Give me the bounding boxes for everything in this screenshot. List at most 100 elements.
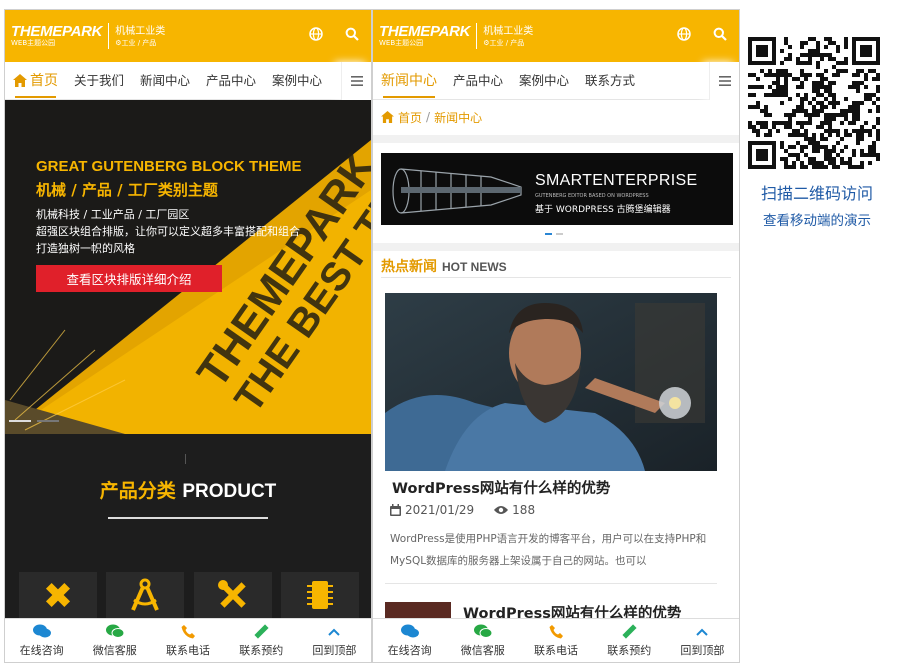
slider-dot[interactable] [545, 233, 552, 235]
tagline-text: 机械工业类 [115, 25, 166, 37]
nav-item-home[interactable]: 首页 [5, 62, 66, 100]
appointment-button[interactable]: 联系预约 [593, 619, 666, 662]
section-title: 产品分类 PRODUCT [5, 476, 371, 503]
logo-subtext: WEB主题公园 [11, 39, 56, 47]
news-date: 2021/01/29 [405, 503, 475, 517]
logo-divider [108, 23, 110, 49]
news-meta: 2021/01/29 188 [390, 503, 535, 517]
breadcrumb-separator: / [426, 110, 431, 124]
engine-illustration [381, 153, 531, 225]
qr-code [748, 37, 880, 169]
banner-subtitle-en: GUTENBERG EDITOR BASED ON WORDPRESS [535, 193, 649, 199]
breadcrumb-home[interactable]: 首页 [398, 109, 422, 126]
nav-item-news[interactable]: 新闻中心 [132, 62, 198, 100]
bottom-action-bar: 在线咨询 微信客服 联系电话 联系预约 回到顶部 [373, 618, 739, 662]
news-title[interactable]: WordPress网站有什么样的优势 [392, 477, 610, 498]
phone-call-button[interactable]: 联系电话 [151, 619, 224, 662]
slider-dot[interactable] [9, 420, 31, 422]
pencil-ruler-icon [45, 582, 71, 608]
bottom-bar-label: 联系预约 [239, 643, 284, 657]
section-title-en: PRODUCT [182, 481, 277, 502]
tools-icon [217, 580, 246, 608]
hero-line: 打造独树一帜的风格 [36, 242, 135, 255]
divider [385, 583, 717, 584]
menu-icon[interactable] [709, 62, 739, 100]
back-to-top-button[interactable]: 回到顶部 [666, 619, 739, 662]
wechat-service-button[interactable]: 微信客服 [446, 619, 519, 662]
tagline-subtext: ⚙工业 / 产品 [115, 38, 157, 47]
hot-news-title-en: HOT NEWS [442, 260, 507, 274]
phone-icon [547, 624, 565, 640]
site-logo[interactable]: THEMEPARK WEB主题公园 [11, 23, 103, 48]
bottom-bar-label: 回到顶部 [680, 643, 725, 657]
nav-label: 首页 [30, 72, 58, 89]
block-layout-details-button[interactable]: 查看区块排版详细介绍 [36, 265, 222, 292]
product-category-section: 产品分类 PRODUCT [5, 434, 371, 620]
category-tile[interactable] [193, 572, 272, 620]
menu-icon[interactable] [341, 62, 371, 100]
chevron-up-icon [693, 624, 711, 640]
online-consult-button[interactable]: 在线咨询 [373, 619, 446, 662]
left-phone-preview: THEMEPARK WEB主题公园 机械工业类 ⚙工业 / 产品 首页 关于我们… [4, 9, 372, 663]
globe-icon[interactable] [677, 27, 691, 41]
slider-dot[interactable] [37, 420, 59, 422]
nav-item-products[interactable]: 产品中心 [445, 62, 511, 100]
logo-text: THEMEPARK [11, 23, 103, 40]
nav-item-cases[interactable]: 案例中心 [511, 62, 577, 100]
chip-icon [306, 581, 333, 609]
section-underline [108, 517, 268, 519]
logo-subtext: WEB主题公园 [379, 39, 424, 47]
section-divider [185, 454, 191, 464]
bottom-bar-label: 在线咨询 [387, 643, 432, 657]
logo-divider [476, 23, 478, 49]
globe-icon[interactable] [309, 27, 323, 41]
nav-item-products[interactable]: 产品中心 [198, 62, 264, 100]
phone-icon [179, 624, 197, 640]
news-banner[interactable]: SMARTENTERPRISE GUTENBERG EDITOR BASED O… [381, 153, 733, 225]
bottom-bar-label: 在线咨询 [19, 643, 64, 657]
hero-slider: THEMEPARK THE BEST TH GREAT GUTENBERG BL… [5, 100, 371, 434]
chat-bubble-icon [32, 624, 51, 640]
hero-line: 超强区块组合排版，让你可以定义超多丰富搭配和组合 [36, 225, 300, 238]
qr-caption: 扫描二维码访问 [760, 184, 873, 203]
section-spacer [373, 243, 739, 251]
calendar-icon [390, 504, 401, 516]
hero-description: 机械科技 / 工业产品 / 工厂园区 超强区块组合排版，让你可以定义超多丰富搭配… [36, 206, 302, 257]
home-icon [381, 111, 394, 123]
site-tagline: 机械工业类 ⚙工业 / 产品 [483, 25, 533, 48]
site-logo[interactable]: THEMEPARK WEB主题公园 [379, 23, 471, 48]
phone-call-button[interactable]: 联系电话 [519, 619, 592, 662]
category-tile[interactable] [106, 572, 185, 620]
nav-item-news[interactable]: 新闻中心 [373, 62, 445, 100]
chevron-up-icon [325, 624, 343, 640]
craftsman-photo [385, 293, 717, 471]
appointment-button[interactable]: 联系预约 [225, 619, 298, 662]
nav-item-about[interactable]: 关于我们 [66, 62, 132, 100]
back-to-top-button[interactable]: 回到顶部 [298, 619, 371, 662]
slider-dot[interactable] [556, 233, 563, 235]
eye-icon [494, 506, 509, 514]
banner-dots [545, 233, 563, 235]
section-title-cn: 产品分类 [99, 480, 176, 502]
nav-item-cases[interactable]: 案例中心 [264, 62, 330, 100]
wechat-icon [105, 624, 124, 640]
banner-subtitle-cn: 基于 WORDPRESS 古腾堡编辑器 [535, 205, 671, 215]
nav-item-contact[interactable]: 联系方式 [577, 62, 643, 100]
hero-title-en: GREAT GUTENBERG BLOCK THEME [36, 158, 302, 175]
edit-pencil-icon [620, 624, 638, 640]
search-icon[interactable] [345, 27, 359, 41]
hot-news-title-cn: 热点新闻 [381, 259, 437, 275]
logo-text: THEMEPARK [379, 23, 471, 40]
hot-news-header: 热点新闻 HOT NEWS [381, 256, 731, 278]
section-spacer [373, 135, 739, 143]
search-icon[interactable] [713, 27, 727, 41]
online-consult-button[interactable]: 在线咨询 [5, 619, 78, 662]
wechat-service-button[interactable]: 微信客服 [78, 619, 151, 662]
category-tile[interactable] [280, 572, 359, 620]
wechat-icon [473, 624, 492, 640]
category-tile[interactable] [19, 572, 97, 620]
chat-bubble-icon [400, 624, 419, 640]
news-thumbnail[interactable] [385, 293, 717, 471]
bottom-bar-label: 联系电话 [534, 643, 578, 657]
slider-dots [9, 420, 59, 422]
